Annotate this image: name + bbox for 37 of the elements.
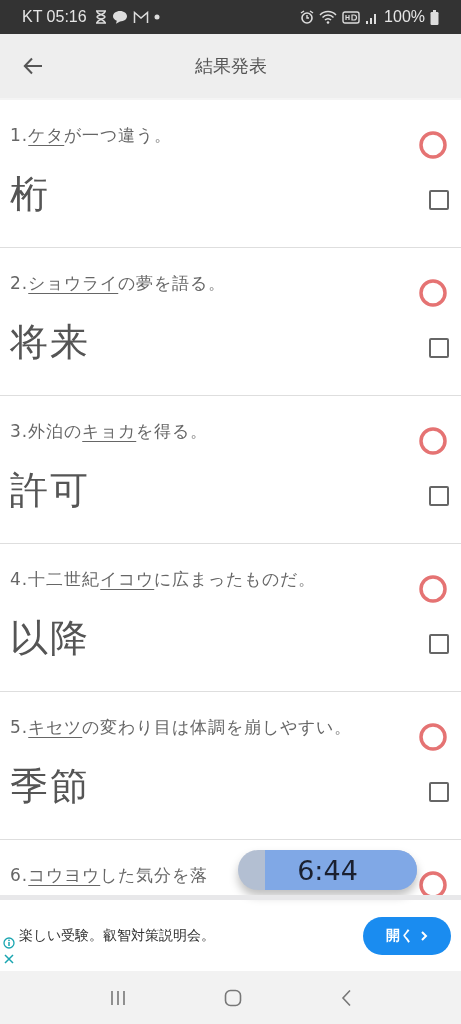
battery-percent: 100% bbox=[384, 8, 425, 26]
ad-text: 楽しい受験。叡智対策説明会。 bbox=[19, 926, 216, 945]
back-arrow-icon[interactable] bbox=[23, 57, 43, 75]
close-icon[interactable] bbox=[3, 952, 15, 965]
question-text: 6.コウヨウ した気分を落 bbox=[10, 864, 209, 887]
timer-text: 6:44 bbox=[297, 854, 358, 886]
mail-icon bbox=[132, 10, 149, 24]
hd-icon bbox=[342, 10, 361, 24]
question-text: 1.ケタ が一つ違う。 bbox=[10, 124, 173, 147]
question-text: 4.十二世紀イコウ に広まったものだ。 bbox=[10, 568, 317, 591]
checkbox[interactable] bbox=[429, 782, 449, 802]
question-text: 2.ショウライの夢を語る。 bbox=[10, 272, 227, 295]
wifi-icon bbox=[319, 10, 338, 24]
question-text: 3.外泊のキョカ を得る。 bbox=[10, 420, 209, 443]
battery-icon bbox=[430, 9, 439, 25]
chevron-icon bbox=[420, 929, 428, 942]
answer-text: 以降 bbox=[10, 615, 91, 662]
hourglass-icon bbox=[94, 10, 107, 24]
checkbox[interactable] bbox=[429, 486, 449, 506]
answer-text: 許可 bbox=[10, 467, 91, 514]
recent-apps-icon[interactable] bbox=[108, 989, 127, 1006]
answer-text: 将来 bbox=[10, 319, 91, 366]
home-icon[interactable] bbox=[224, 988, 243, 1007]
screen-title: 結果発表 bbox=[194, 54, 267, 78]
question-text: 5.キセツの変わり目は体調を崩しやすい。 bbox=[10, 716, 353, 739]
chat-bubble-icon bbox=[111, 10, 128, 24]
status-time: KT 05:16 bbox=[22, 8, 87, 26]
checkbox[interactable] bbox=[429, 338, 449, 358]
info-icon[interactable] bbox=[3, 936, 15, 949]
checkbox[interactable] bbox=[429, 634, 449, 654]
dot-icon bbox=[153, 14, 160, 20]
open-button[interactable]: 開く bbox=[363, 916, 451, 955]
answer-text: 季節 bbox=[10, 763, 91, 810]
checkbox[interactable] bbox=[429, 190, 449, 210]
back-icon[interactable] bbox=[340, 988, 353, 1007]
answer-text: 桁 bbox=[10, 171, 51, 218]
alarm-icon bbox=[300, 10, 315, 24]
